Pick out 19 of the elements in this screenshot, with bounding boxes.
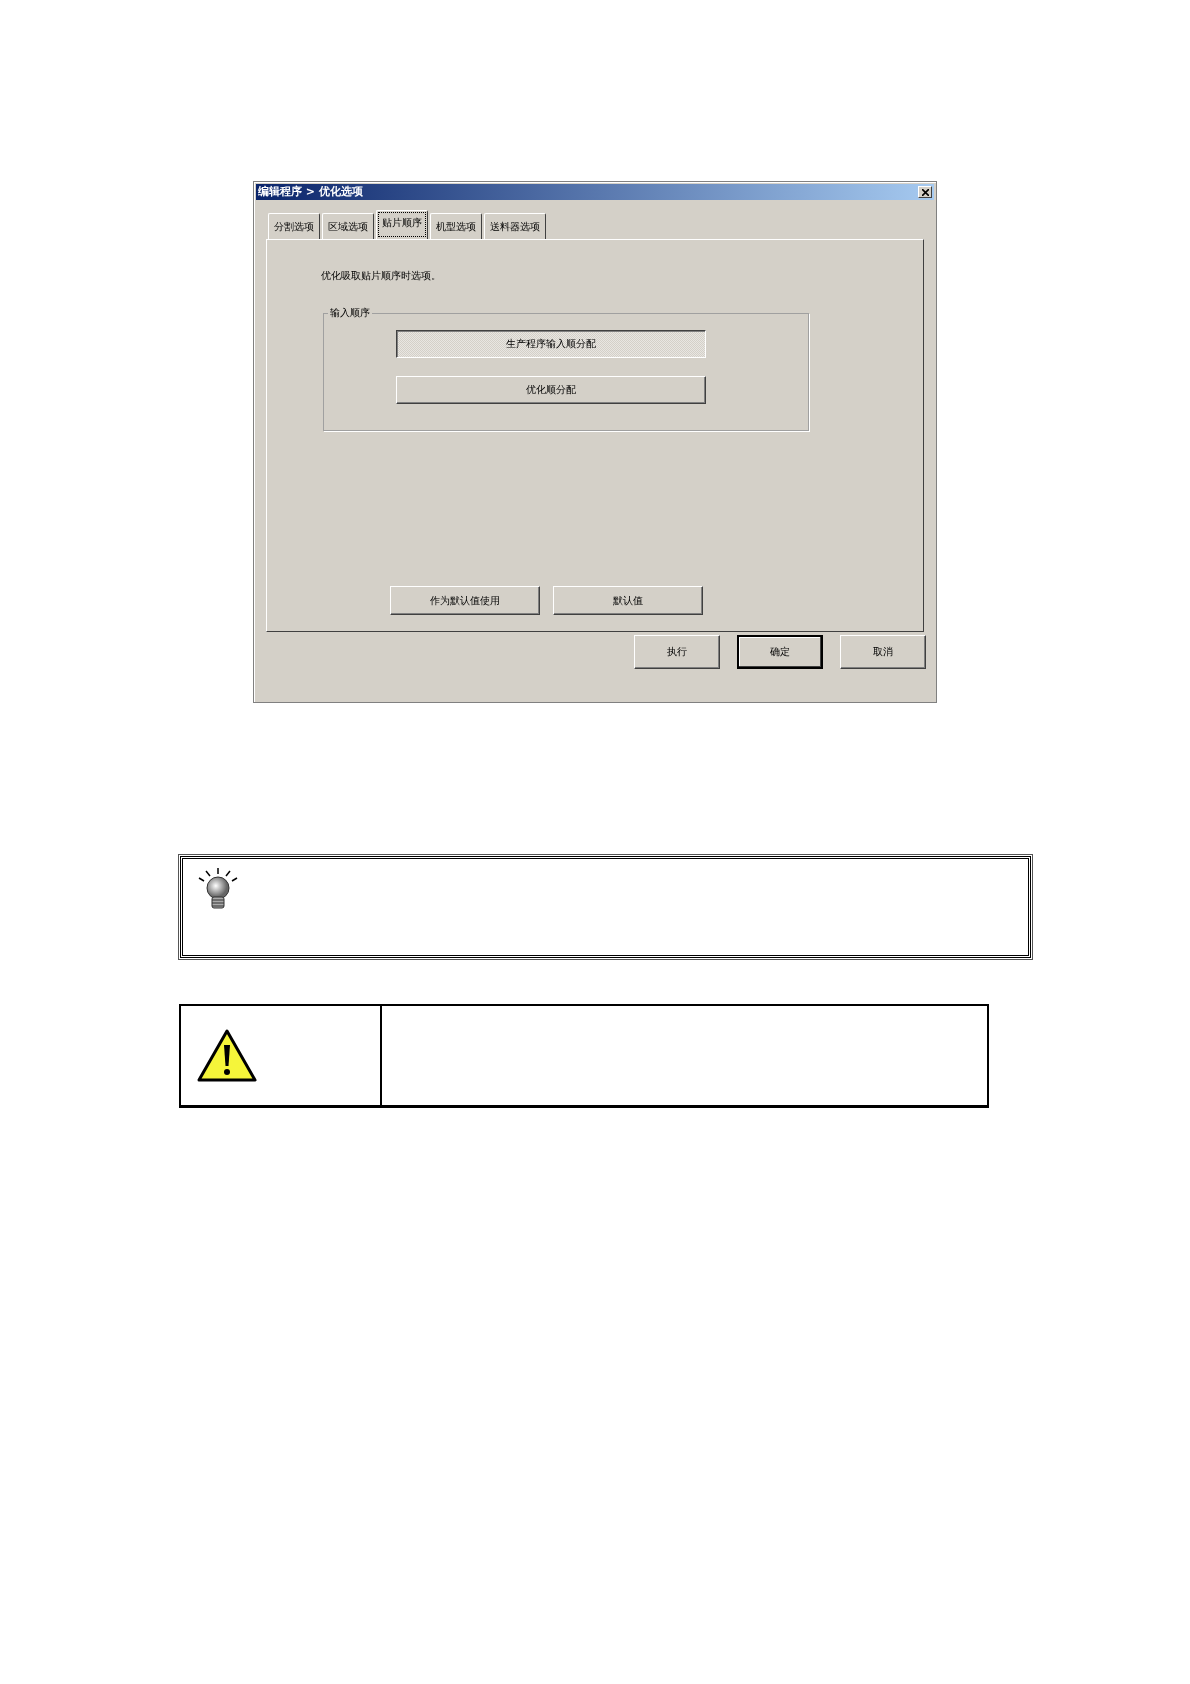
description-text: 优化吸取贴片顺序时选项。 bbox=[321, 269, 442, 283]
group-title: 输入顺序 bbox=[328, 306, 372, 320]
close-button[interactable] bbox=[918, 186, 932, 198]
tab[interactable]: 区域选项 bbox=[322, 213, 374, 239]
tab[interactable]: 送料器选项 bbox=[484, 213, 546, 239]
warning-icon bbox=[196, 1027, 258, 1084]
close-icon bbox=[921, 188, 929, 196]
tab[interactable]: 分割选项 bbox=[268, 213, 320, 239]
dialog-button[interactable]: 执行 bbox=[634, 635, 720, 669]
default-button[interactable]: 默认值 bbox=[553, 586, 703, 615]
tab[interactable]: 机型选项 bbox=[430, 213, 482, 239]
tab[interactable]: 贴片顺序 bbox=[376, 210, 428, 239]
light-bulb-icon bbox=[198, 867, 240, 911]
option-button[interactable]: 优化顺分配 bbox=[396, 376, 706, 404]
dialog-button[interactable]: 确定 bbox=[737, 635, 823, 669]
dialog-button[interactable]: 取消 bbox=[840, 635, 926, 669]
option-button[interactable]: 生产程序输入顺分配 bbox=[396, 330, 706, 358]
default-button[interactable]: 作为默认值使用 bbox=[390, 586, 540, 615]
window-title: 编辑程序 > 优化选项 bbox=[258, 184, 363, 200]
